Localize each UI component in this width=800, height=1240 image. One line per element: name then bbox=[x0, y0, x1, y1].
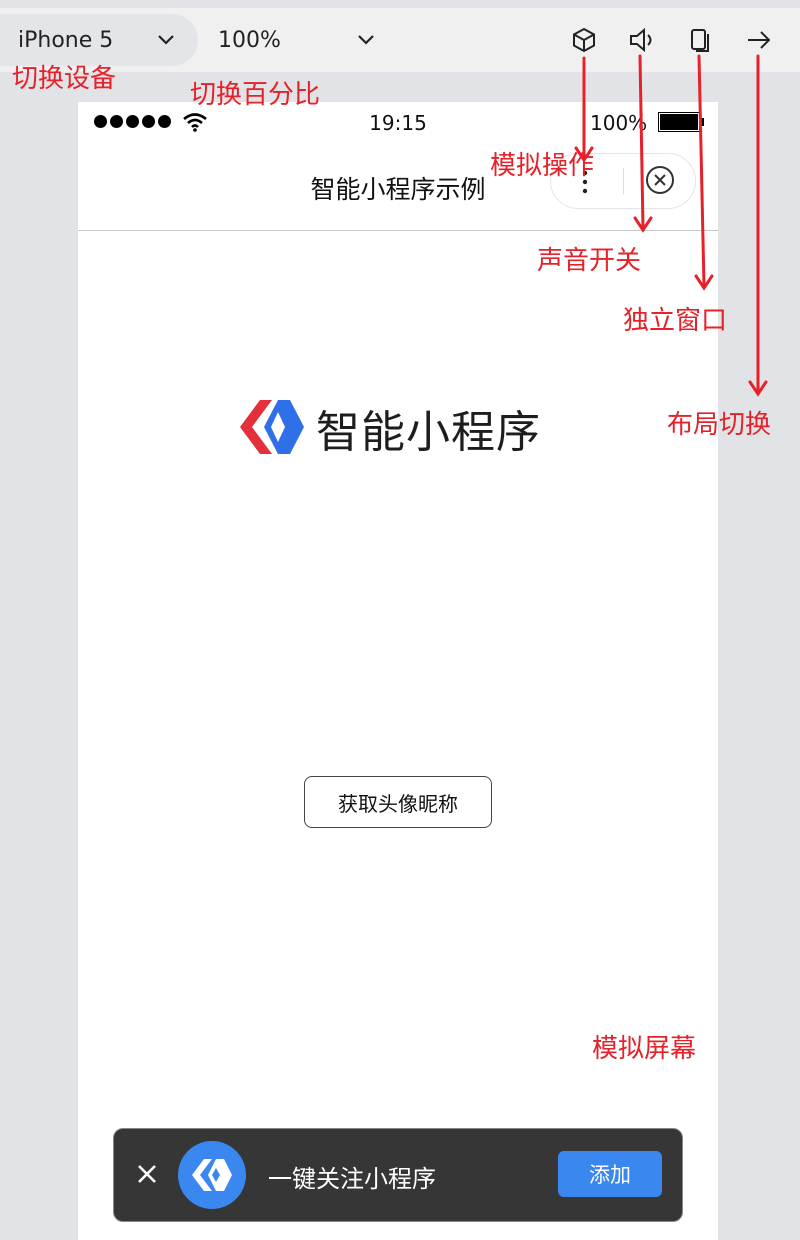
arrow-to-sound-switch bbox=[638, 54, 645, 230]
arrow-to-standalone-window bbox=[697, 54, 706, 288]
annotation-arrows bbox=[574, 54, 768, 397]
